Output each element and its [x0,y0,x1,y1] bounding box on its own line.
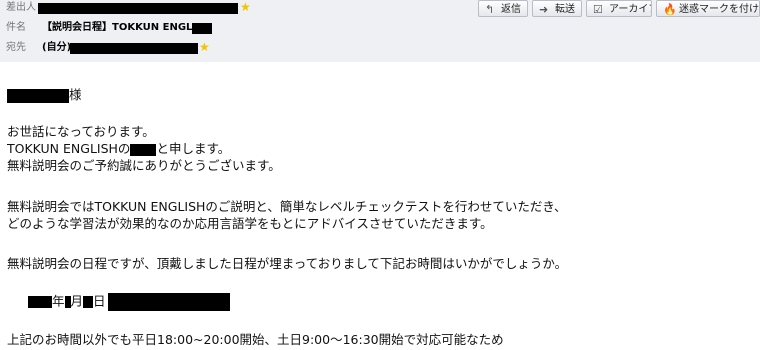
star-icon[interactable]: ★ [199,39,210,55]
explanation-line-1: 無料説明会ではTOKKUN ENGLISHのご説明と、簡単なレベルチェックテスト… [7,199,567,214]
junk-button[interactable]: 🔥 迷惑マークを付ける [656,0,760,17]
forward-icon: ➜ [539,3,549,16]
email-header: 差出人 ★ 件名 【説明会日程】TOKKUN ENGLISH 宛先 (自分) ★… [0,0,760,62]
salutation: 様 [7,87,82,103]
proposed-date: 年月日 [28,293,230,311]
reply-button[interactable]: ↰ 返信 [478,0,528,17]
intro-suffix: と申します。 [156,141,231,156]
intro-prefix: TOKKUN ENGLISHの [7,141,131,156]
forward-button[interactable]: ➜ 転送 [532,0,582,17]
explanation-line-2: どのような学習法が効果的なのか応用言語学をもとにアドバイスさせていただきます。 [7,216,493,231]
archive-label: アーカイブ [609,4,651,15]
recipient-redacted [70,43,198,54]
archive-icon: ☑ [593,3,603,16]
time-redacted [107,293,230,311]
date-month-label: 月 [70,293,84,309]
year-redacted [28,296,52,308]
to-value: (自分) [42,42,72,53]
sender-redacted [38,3,238,14]
schedule-line: 無料説明会の日程ですが、頂戴しました日程が埋まっておりまして下記お時間はいかがで… [7,256,568,271]
intro-line: TOKKUN ENGLISHの と申します。 [7,141,230,157]
greeting-line: お世話になっております。 [7,124,155,139]
reply-label: 返信 [501,4,521,15]
flame-icon: 🔥 [663,3,677,16]
subject-value: 【説明会日程】TOKKUN ENGLISH [42,22,212,33]
junk-label: 迷惑マークを付ける [679,4,760,15]
subject-redacted [192,23,212,34]
from-label: 差出人 [6,2,36,13]
date-day-label: 日 [93,293,106,309]
subject-label: 件名 [6,22,26,33]
archive-button[interactable]: ☑ アーカイブ [586,0,652,17]
salutation-suffix: 様 [69,87,82,102]
forward-label: 転送 [555,4,575,15]
to-label: 宛先 [6,42,26,53]
thanks-line: 無料説明会のご予約誠にありがとうございます。 [7,158,281,173]
star-icon[interactable]: ★ [240,0,251,15]
reply-icon: ↰ [485,3,495,16]
date-year-label: 年 [52,293,65,309]
recipient-name-redacted [7,88,69,103]
staff-name-redacted [130,143,157,156]
availability-line: 上記のお時間以外でも平日18:00~20:00開始、土日9:00～16:30開始… [7,332,504,347]
day-redacted [83,296,94,308]
